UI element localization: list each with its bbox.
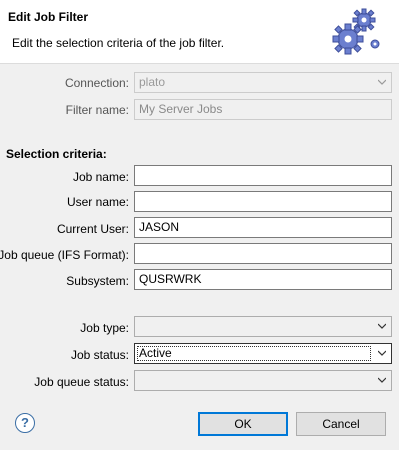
- filter-name-label: Filter name:: [65, 103, 129, 117]
- current-user-input[interactable]: JASON: [134, 217, 392, 238]
- job-status-label: Job status:: [70, 348, 129, 362]
- subsystem-label: Subsystem:: [66, 274, 129, 288]
- job-name-label: Job name:: [72, 170, 129, 184]
- help-icon[interactable]: ?: [15, 413, 35, 433]
- dialog-header: Edit Job Filter Edit the selection crite…: [0, 0, 399, 64]
- connection-label: Connection:: [64, 76, 129, 90]
- subsystem-input[interactable]: QUSRWRK: [134, 269, 392, 290]
- focus-ring: [137, 346, 371, 361]
- current-user-label: Current User:: [56, 222, 129, 236]
- ok-button[interactable]: OK: [198, 412, 288, 436]
- job-type-label: Job type:: [80, 321, 129, 335]
- chevron-down-icon: [378, 350, 386, 356]
- user-name-input[interactable]: [134, 191, 392, 212]
- user-name-label: User name:: [66, 195, 129, 209]
- job-queue-input[interactable]: [134, 243, 392, 264]
- connection-value: plato: [139, 75, 166, 89]
- connection-combo: plato: [134, 72, 392, 93]
- dialog-description: Edit the selection criteria of the job f…: [12, 36, 225, 50]
- job-queue-label: Job queue (IFS Format):: [0, 248, 129, 262]
- selection-criteria-title: Selection criteria:: [6, 147, 107, 161]
- job-queue-status-select[interactable]: [134, 370, 392, 391]
- job-status-select[interactable]: Active: [134, 343, 392, 364]
- job-status-value: Active: [139, 346, 172, 360]
- cancel-button[interactable]: Cancel: [296, 412, 386, 436]
- dialog-title: Edit Job Filter: [8, 10, 89, 24]
- job-name-input[interactable]: [134, 165, 392, 186]
- chevron-down-icon: [378, 377, 386, 383]
- job-type-select[interactable]: [134, 316, 392, 337]
- chevron-down-icon: [378, 79, 386, 85]
- chevron-down-icon: [378, 323, 386, 329]
- gears-icon: [332, 8, 380, 55]
- job-queue-status-label: Job queue status:: [34, 375, 129, 389]
- filter-name-field: My Server Jobs: [134, 99, 392, 120]
